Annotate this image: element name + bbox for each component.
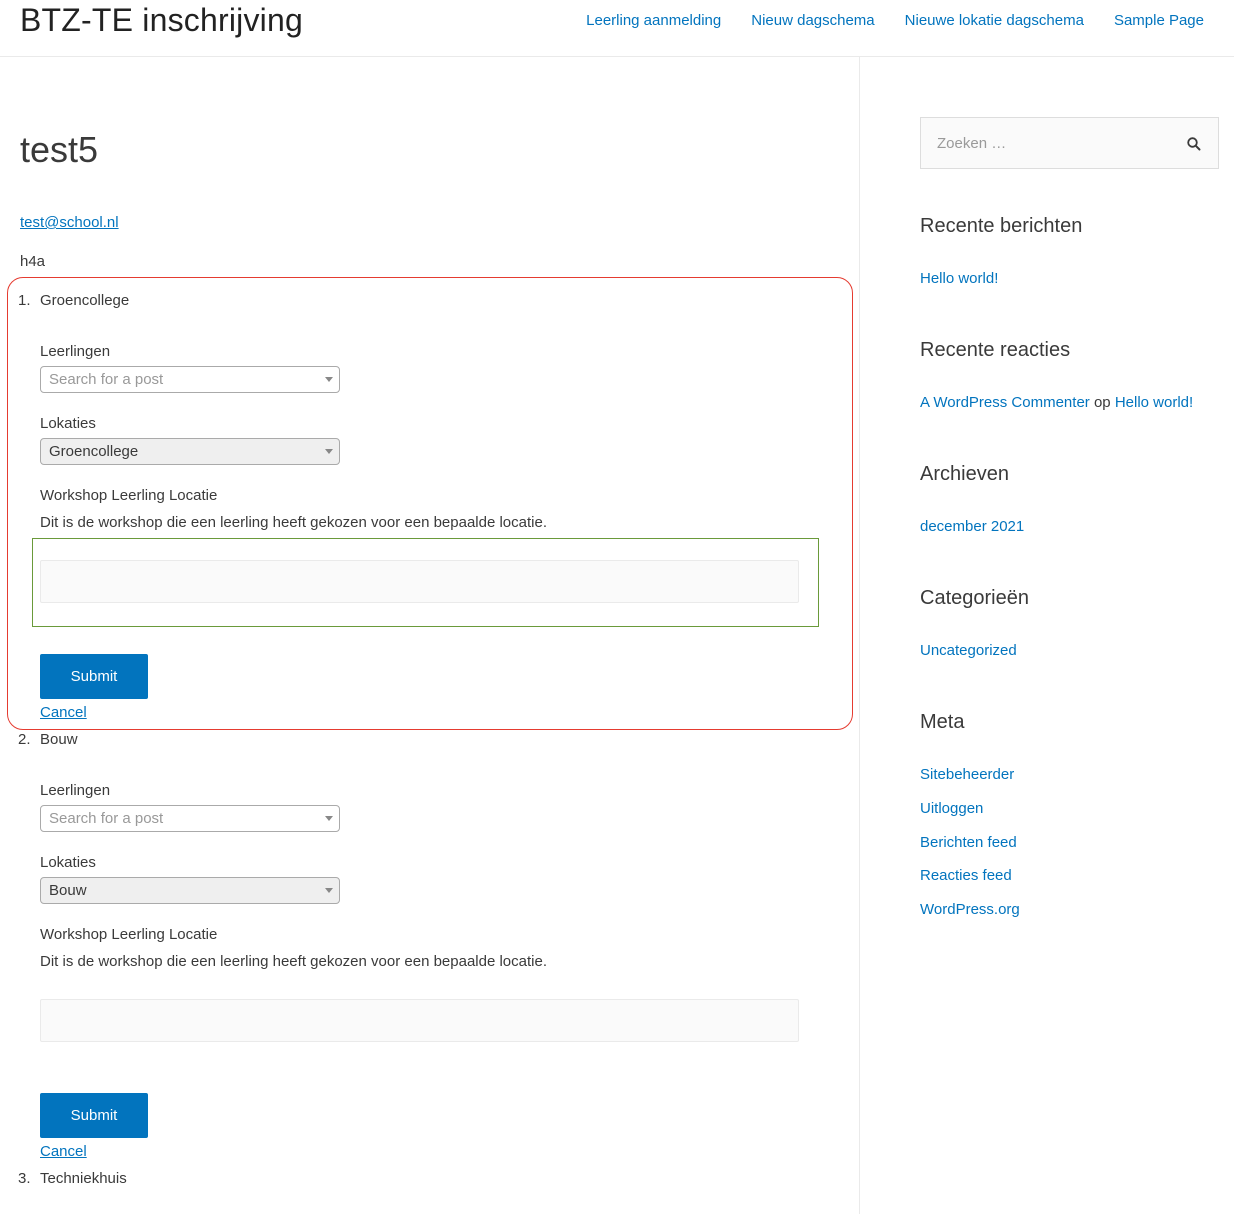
search-icon[interactable] — [1186, 136, 1202, 152]
recent-post-link[interactable]: Hello world! — [920, 270, 998, 287]
nav-leerling-aanmelding[interactable]: Leerling aanmelding — [586, 12, 721, 30]
workshop-field[interactable] — [40, 999, 799, 1042]
lokaties-select[interactable]: Groencollege — [40, 438, 340, 465]
search-input[interactable] — [921, 118, 1181, 168]
meta-link-uitloggen[interactable]: Uitloggen — [920, 800, 983, 817]
location-name: Groencollege — [40, 292, 130, 309]
meta-link-berichten-feed[interactable]: Berichten feed — [920, 834, 1017, 851]
list-number: 2. — [18, 731, 31, 748]
main-nav: Leerling aanmelding Nieuw dagschema Nieu… — [586, 12, 1204, 30]
meta-link-wordpress-org[interactable]: WordPress.org — [920, 901, 1020, 918]
comment-joiner: op — [1093, 394, 1111, 411]
workshop-description: Dit is de workshop die een leerling heef… — [40, 514, 547, 531]
meta-link-reacties-feed[interactable]: Reacties feed — [920, 867, 1012, 884]
chevron-down-icon — [325, 377, 333, 382]
chevron-down-icon — [325, 816, 333, 821]
widget-title-meta: Meta — [920, 711, 965, 733]
lokaties-label: Lokaties — [40, 854, 96, 871]
archive-link[interactable]: december 2021 — [920, 518, 1024, 535]
recent-comment: A WordPress Commenter op Hello world! — [920, 394, 1193, 411]
widget-title-archives: Archieven — [920, 463, 1009, 485]
email-link[interactable]: test@school.nl — [20, 214, 119, 231]
site-header: BTZ-TE inschrijving Leerling aanmelding … — [0, 0, 1234, 57]
sidebar: Recente berichten Hello world! Recente r… — [920, 57, 1220, 1214]
widget-title-categories: Categorieën — [920, 587, 1029, 609]
leerlingen-placeholder: Search for a post — [49, 371, 164, 388]
comment-post-link[interactable]: Hello world! — [1115, 394, 1193, 411]
location-name: Bouw — [40, 731, 78, 748]
leerlingen-placeholder: Search for a post — [49, 810, 164, 827]
workshop-description: Dit is de workshop die een leerling heef… — [40, 953, 547, 970]
submit-button[interactable]: Submit — [40, 1093, 148, 1138]
widget-title-recent-comments: Recente reacties — [920, 339, 1071, 361]
nav-sample-page[interactable]: Sample Page — [1114, 12, 1204, 30]
nav-nieuw-dagschema[interactable]: Nieuw dagschema — [751, 12, 874, 30]
lokaties-value: Bouw — [49, 882, 87, 899]
cancel-link[interactable]: Cancel — [40, 1143, 87, 1160]
leerlingen-label: Leerlingen — [40, 782, 111, 799]
list-number: 1. — [18, 292, 31, 309]
list-number: 3. — [18, 1170, 31, 1187]
workshop-field[interactable] — [40, 560, 799, 603]
lokaties-value: Groencollege — [49, 443, 139, 460]
meta-link-sitebeheerder[interactable]: Sitebeheerder — [920, 766, 1014, 783]
leerlingen-select[interactable]: Search for a post — [40, 366, 340, 393]
workshop-label: Workshop Leerling Locatie — [40, 926, 218, 943]
nav-nieuwe-lokatie-dagschema[interactable]: Nieuwe lokatie dagschema — [905, 12, 1084, 30]
lokaties-label: Lokaties — [40, 415, 96, 432]
location-name: Techniekhuis — [40, 1170, 127, 1187]
submit-button[interactable]: Submit — [40, 654, 148, 699]
site-title[interactable]: BTZ-TE inschrijving — [20, 2, 303, 39]
comment-author-link[interactable]: A WordPress Commenter — [920, 394, 1090, 411]
cancel-link[interactable]: Cancel — [40, 704, 87, 721]
search-form — [920, 117, 1219, 169]
chevron-down-icon — [325, 449, 333, 454]
page-title: test5 — [20, 129, 99, 170]
leerlingen-label: Leerlingen — [40, 343, 111, 360]
category-link[interactable]: Uncategorized — [920, 642, 1017, 659]
workshop-label: Workshop Leerling Locatie — [40, 487, 218, 504]
chevron-down-icon — [325, 888, 333, 893]
main-content: test5 test@school.nl h4a 1. Groencollege… — [0, 57, 860, 1214]
leerlingen-select[interactable]: Search for a post — [40, 805, 340, 832]
subtitle: h4a — [20, 253, 46, 270]
widget-title-recent-posts: Recente berichten — [920, 215, 1083, 237]
lokaties-select[interactable]: Bouw — [40, 877, 340, 904]
